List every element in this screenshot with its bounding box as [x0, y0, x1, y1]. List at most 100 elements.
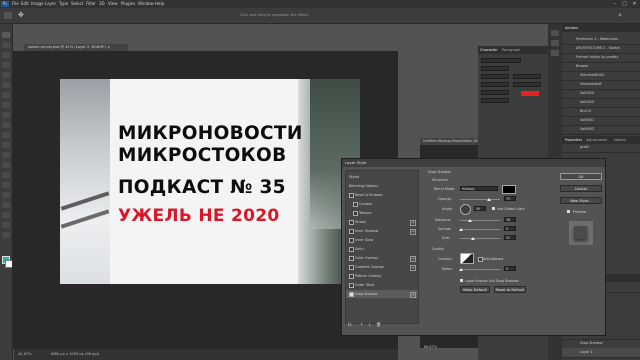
spread-slider-knob[interactable] [459, 228, 463, 231]
contour-picker[interactable] [460, 253, 474, 264]
tab-paragraph[interactable]: Paragraph [502, 48, 520, 52]
history-panel-icon[interactable] [551, 30, 559, 36]
move-down-icon[interactable]: ↓ [368, 322, 371, 327]
menu-file[interactable]: File [12, 1, 19, 6]
style-inner-glow[interactable]: Inner Glow [346, 236, 418, 244]
eyedropper-tool-icon[interactable] [2, 92, 10, 98]
horizontal-scale-field[interactable] [481, 98, 509, 103]
spread-slider[interactable] [460, 229, 500, 230]
menu-3d[interactable]: 3D [99, 1, 105, 6]
menu-type[interactable]: Type [59, 1, 68, 6]
menu-plugins[interactable]: Plugins [121, 1, 135, 6]
brushes-panel-icon[interactable] [551, 50, 559, 56]
trash-icon[interactable]: 🗑 [376, 322, 381, 327]
home-icon[interactable] [4, 12, 12, 19]
distance-slider-knob[interactable] [468, 219, 472, 222]
artwork-canvas[interactable]: МИКРОНОВОСТИ МИКРОСТОКОВ ПОДКАСТ № 35 УЖ… [60, 79, 360, 284]
global-light-checkbox[interactable] [492, 207, 495, 210]
noise-slider-knob[interactable] [459, 268, 463, 271]
menu-select[interactable]: Select [71, 1, 83, 6]
move-tool-icon[interactable] [2, 32, 10, 38]
minimize-button[interactable]: – [610, 0, 619, 8]
leading-field[interactable] [513, 74, 541, 79]
opacity-slider-knob[interactable] [487, 198, 491, 201]
eraser-tool-icon[interactable] [2, 142, 10, 148]
healing-tool-icon[interactable] [2, 102, 10, 108]
distance-field[interactable]: 18 [504, 217, 516, 222]
crop-tool-icon[interactable] [2, 72, 10, 78]
kerning-field[interactable] [481, 82, 509, 87]
angle-dial[interactable] [460, 204, 471, 215]
search-icon[interactable]: ⌕ [618, 11, 622, 20]
menu-filter[interactable]: Filter [86, 1, 96, 6]
move-up-icon[interactable]: ↑ [360, 322, 363, 327]
gradient-tool-icon[interactable] [2, 152, 10, 158]
tracking-field[interactable] [513, 82, 541, 87]
quick-select-tool-icon[interactable] [2, 62, 10, 68]
style-pattern-overlay[interactable]: Pattern Overlay [346, 272, 418, 280]
text-color-swatch[interactable] [521, 91, 539, 96]
brush-tool-icon[interactable] [2, 112, 10, 118]
style-satin[interactable]: Satin [346, 245, 418, 253]
marquee-tool-icon[interactable] [2, 42, 10, 48]
style-drop-shadow[interactable]: Drop Shadow + [346, 290, 418, 298]
blur-tool-icon[interactable] [2, 162, 10, 168]
vertical-scale-field[interactable] [481, 90, 509, 95]
noise-field[interactable]: 0 [504, 266, 516, 271]
cancel-button[interactable]: Cancel [560, 185, 602, 192]
tab-properties[interactable]: Properties [565, 138, 582, 142]
style-gradient-overlay[interactable]: Gradient Overlay + [346, 263, 418, 271]
dodge-tool-icon[interactable] [2, 172, 10, 178]
style-inner-shadow[interactable]: Inner Shadow + [346, 227, 418, 235]
reset-to-default-button[interactable]: Reset to Default [494, 286, 526, 293]
menu-help[interactable]: Help [155, 1, 164, 6]
blending-options[interactable]: Blending Options [346, 182, 418, 190]
noise-slider[interactable] [460, 269, 500, 270]
style-color-overlay[interactable]: Color Overlay + [346, 254, 418, 262]
size-slider-knob[interactable] [471, 237, 475, 240]
size-field[interactable]: 51 [504, 235, 516, 240]
style-texture[interactable]: Texture [346, 209, 418, 217]
document-tab[interactable]: splash-empty.psd @ 42% (Layer 2, RGB/8*)… [24, 44, 128, 51]
menu-edit[interactable]: Edit [21, 1, 29, 6]
pen-tool-icon[interactable] [2, 182, 10, 188]
knockout-checkbox[interactable] [460, 279, 463, 282]
preview-checkbox[interactable] [567, 210, 570, 213]
tab-history[interactable]: History [614, 138, 626, 142]
zoom-level[interactable]: 42,67% [18, 349, 32, 360]
close-window-button[interactable]: ✕ [630, 0, 639, 8]
ok-button[interactable]: OK [560, 173, 602, 180]
actions-panel-title[interactable]: Actions [565, 26, 578, 30]
style-contour[interactable]: Contour [346, 200, 418, 208]
menu-image[interactable]: Image [31, 1, 44, 6]
type-tool-icon[interactable] [2, 192, 10, 198]
new-style-button[interactable]: New Style... [560, 197, 602, 204]
font-style-select[interactable] [481, 66, 509, 71]
menu-layer[interactable]: Layer [45, 1, 56, 6]
styles-header[interactable]: Styles [346, 173, 418, 181]
history-brush-tool-icon[interactable] [2, 132, 10, 138]
style-bevel-emboss[interactable]: Bevel & Emboss [346, 191, 418, 199]
angle-field[interactable]: 90 [474, 206, 486, 211]
action-item[interactable]: gratii [562, 143, 640, 153]
tab-adjustments[interactable]: Adjustments [586, 138, 607, 142]
blend-mode-select[interactable]: Multiply [460, 186, 498, 191]
shape-tool-icon[interactable] [2, 212, 10, 218]
maximize-button[interactable]: □ [620, 0, 629, 8]
swatches-panel-icon[interactable] [551, 40, 559, 46]
menu-view[interactable]: View [108, 1, 118, 6]
layer-row[interactable]: Layer 1 [562, 348, 640, 358]
tab-character[interactable]: Character [480, 48, 498, 52]
style-stroke[interactable]: Stroke + [346, 218, 418, 226]
hand-tool-icon[interactable] [2, 222, 10, 228]
style-outer-glow[interactable]: Outer Glow [346, 281, 418, 289]
menu-window[interactable]: Window [138, 1, 154, 6]
lasso-tool-icon[interactable] [2, 52, 10, 58]
size-slider[interactable] [460, 238, 500, 239]
opacity-slider[interactable] [460, 199, 500, 200]
stamp-tool-icon[interactable] [2, 122, 10, 128]
font-family-select[interactable] [481, 58, 521, 63]
spread-field[interactable]: 0 [504, 226, 516, 231]
path-select-tool-icon[interactable] [2, 202, 10, 208]
opacity-field[interactable]: 75 [504, 196, 516, 201]
